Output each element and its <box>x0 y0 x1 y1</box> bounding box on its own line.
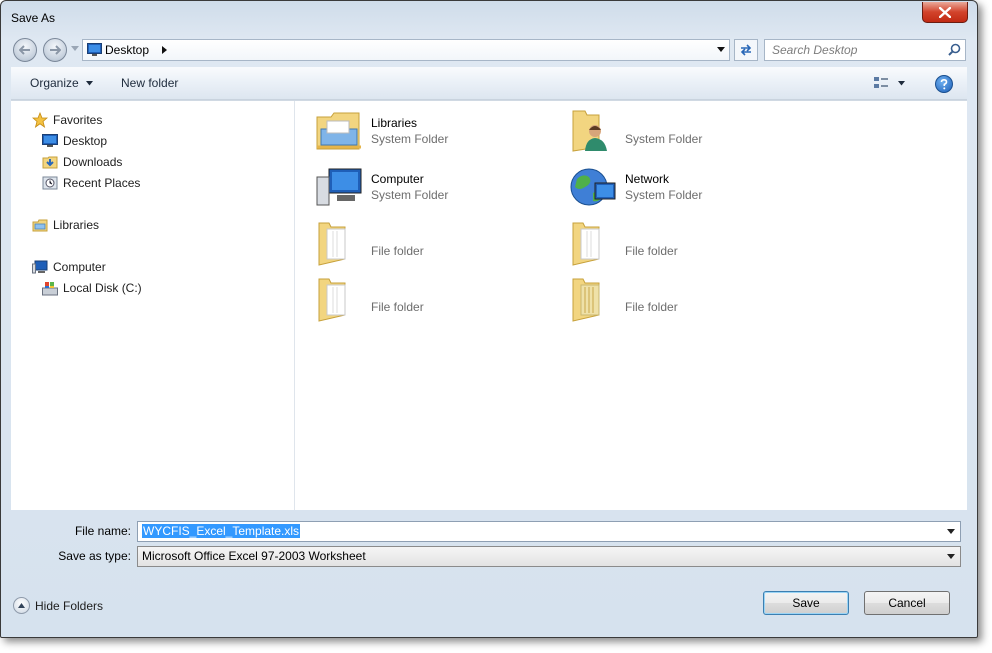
chevron-down-icon[interactable] <box>947 529 955 534</box>
breadcrumb-chevron-icon[interactable] <box>162 46 167 54</box>
file-item-folder[interactable]: File folder <box>569 275 809 327</box>
close-button[interactable] <box>922 2 968 23</box>
command-bar: Organize New folder <box>11 67 967 100</box>
folder-icon <box>572 278 600 322</box>
address-box[interactable]: Desktop <box>82 39 730 61</box>
file-name: Libraries <box>371 116 418 130</box>
folder-icon <box>572 222 600 266</box>
file-type: File folder <box>625 244 678 258</box>
window-title: Save As <box>11 11 56 25</box>
back-button[interactable] <box>13 38 37 62</box>
file-name: Network <box>625 172 670 186</box>
save-type-select[interactable]: Microsoft Office Excel 97-2003 Worksheet <box>137 546 961 567</box>
recent-places-icon <box>42 176 58 190</box>
file-name-label: File name: <box>74 524 131 538</box>
nav-item-recent-places[interactable]: Recent Places <box>42 174 140 192</box>
file-type: System Folder <box>371 188 449 202</box>
recent-pages-dropdown-icon[interactable] <box>71 46 79 52</box>
search-input[interactable]: Search Desktop <box>772 43 857 57</box>
save-button[interactable]: Save <box>763 591 849 615</box>
file-type: File folder <box>371 244 424 258</box>
file-item-network[interactable]: Network System Folder <box>569 163 809 215</box>
address-bar-row: Desktop Search Desktop <box>1 35 977 65</box>
file-item-folder[interactable]: File folder <box>315 275 555 327</box>
save-as-dialog: Save As Desktop Search Desktop Organize … <box>0 0 978 638</box>
file-list[interactable]: Libraries System Folder System Folder Co… <box>295 101 967 510</box>
chevron-up-icon <box>13 597 30 614</box>
file-type: File folder <box>371 300 424 314</box>
help-button[interactable] <box>935 75 953 93</box>
browser-area: Favorites Desktop Downloads Recent Place… <box>11 100 967 510</box>
search-box[interactable]: Search Desktop <box>764 39 966 61</box>
local-disk-icon <box>42 281 58 295</box>
nav-libraries-label: Libraries <box>53 218 100 232</box>
desktop-icon <box>87 43 102 56</box>
file-item-computer[interactable]: Computer System Folder <box>315 163 555 215</box>
file-type: System Folder <box>625 188 703 202</box>
folder-icon <box>318 278 346 322</box>
address-location: Desktop <box>105 43 150 57</box>
nav-computer[interactable]: Computer <box>32 258 106 276</box>
file-type: System Folder <box>371 132 449 146</box>
libraries-icon <box>32 219 48 231</box>
file-item-libraries[interactable]: Libraries System Folder <box>315 107 555 159</box>
search-icon[interactable] <box>948 43 961 56</box>
folder-icon <box>318 222 346 266</box>
organize-label: Organize <box>30 76 79 90</box>
star-icon <box>32 112 48 128</box>
nav-item-label: Downloads <box>63 155 123 169</box>
nav-libraries[interactable]: Libraries <box>32 216 99 234</box>
hide-folders-button[interactable]: Hide Folders <box>13 597 103 614</box>
help-icon <box>940 78 948 89</box>
nav-computer-label: Computer <box>53 260 106 274</box>
libraries-folder-icon <box>316 112 361 150</box>
cancel-button[interactable]: Cancel <box>864 591 950 615</box>
file-type: File folder <box>625 300 678 314</box>
navigation-pane[interactable]: Favorites Desktop Downloads Recent Place… <box>11 101 295 510</box>
file-item-folder[interactable]: File folder <box>315 219 555 271</box>
forward-button[interactable] <box>43 38 67 62</box>
address-history-dropdown-icon[interactable] <box>717 47 725 52</box>
nav-item-local-disk[interactable]: Local Disk (C:) <box>42 279 142 297</box>
nav-favorites-label: Favorites <box>53 113 103 127</box>
desktop-icon <box>42 134 58 147</box>
chevron-down-icon <box>86 81 94 86</box>
network-icon <box>570 168 616 206</box>
save-form: File name: WYCFIS_Excel_Template.xls Sav… <box>1 509 977 637</box>
change-view-icon[interactable] <box>873 76 889 90</box>
chevron-down-icon[interactable] <box>947 554 955 559</box>
nav-item-label: Desktop <box>63 134 108 148</box>
refresh-icon <box>740 44 752 56</box>
user-folder-icon <box>572 110 607 152</box>
downloads-icon <box>42 156 58 169</box>
refresh-button[interactable] <box>734 39 758 61</box>
hide-folders-label: Hide Folders <box>35 598 104 613</box>
nav-item-desktop[interactable]: Desktop <box>42 132 107 150</box>
save-type-label: Save as type: <box>58 549 131 563</box>
nav-favorites[interactable]: Favorites <box>32 111 102 129</box>
computer-icon <box>32 260 48 273</box>
file-item-folder[interactable]: File folder <box>569 219 809 271</box>
nav-item-label: Recent Places <box>63 176 141 190</box>
file-name: Computer <box>371 172 424 186</box>
nav-item-label: Local Disk (C:) <box>63 281 142 295</box>
close-icon <box>939 6 951 18</box>
forward-arrow-icon <box>50 45 61 55</box>
new-folder-button[interactable]: New folder <box>121 76 178 90</box>
save-type-value: Microsoft Office Excel 97-2003 Worksheet <box>142 549 366 563</box>
file-type: System Folder <box>625 132 703 146</box>
file-name-field[interactable]: WYCFIS_Excel_Template.xls <box>137 521 961 542</box>
computer-icon <box>316 168 362 206</box>
view-options-dropdown-icon[interactable] <box>898 81 905 86</box>
nav-item-downloads[interactable]: Downloads <box>42 153 122 171</box>
organize-button[interactable]: Organize <box>30 76 94 90</box>
title-bar[interactable]: Save As <box>1 1 977 35</box>
file-item-user-folder[interactable]: System Folder <box>569 107 809 159</box>
back-arrow-icon <box>19 45 30 55</box>
file-name-input[interactable]: WYCFIS_Excel_Template.xls <box>142 524 301 538</box>
